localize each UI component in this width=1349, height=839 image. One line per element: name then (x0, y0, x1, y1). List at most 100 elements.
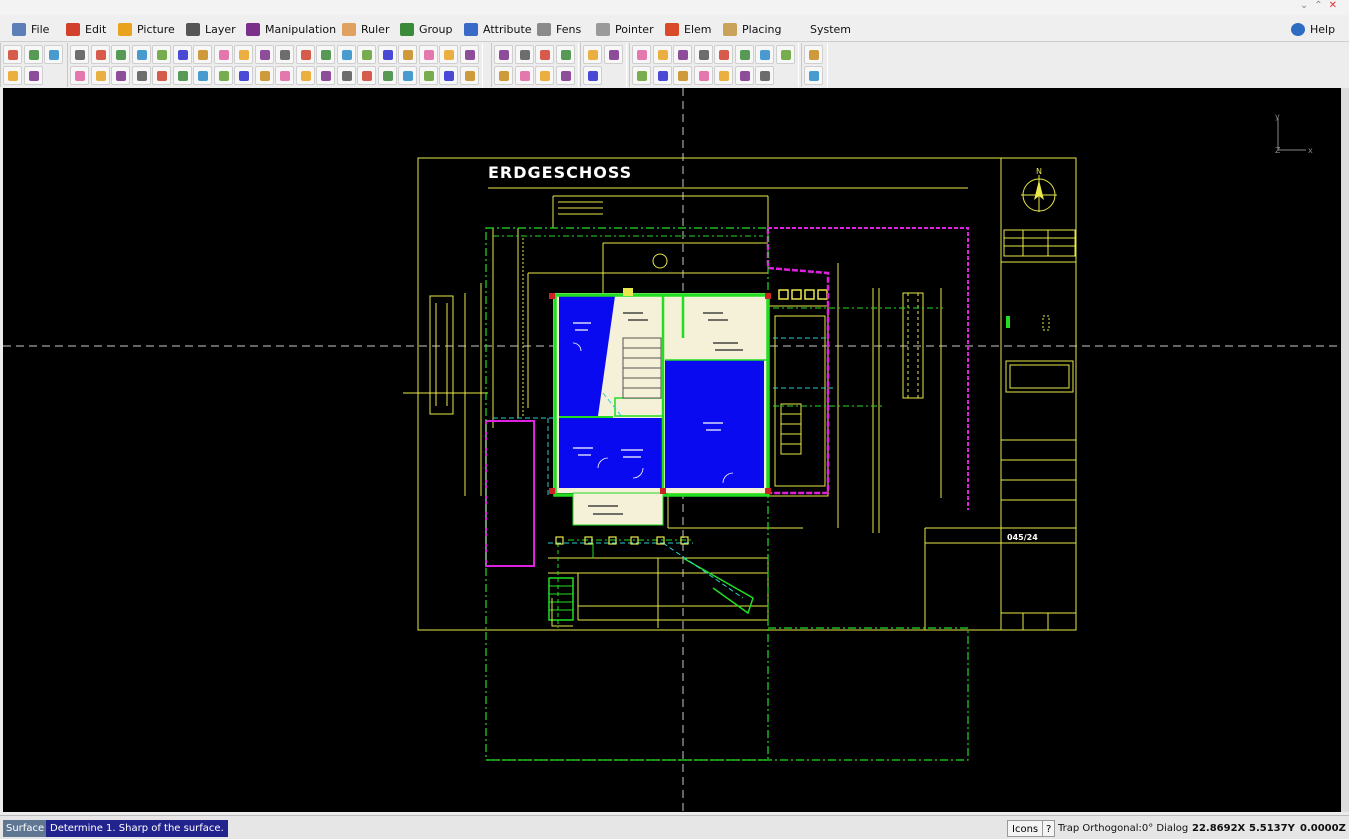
menu-ruler[interactable]: Ruler (342, 20, 389, 38)
tool-button[interactable] (357, 66, 376, 85)
tool-button[interactable] (316, 66, 335, 85)
tool-button[interactable] (693, 66, 713, 85)
tool-button[interactable] (254, 45, 274, 64)
tool-button[interactable] (275, 45, 294, 64)
help-button[interactable]: ? (1042, 820, 1056, 837)
tool-button[interactable] (494, 66, 513, 85)
tool-button[interactable] (583, 45, 602, 64)
tool-button[interactable] (377, 66, 397, 85)
tool-button[interactable] (213, 66, 233, 85)
menu-help[interactable]: Help (1291, 20, 1335, 38)
tool-button[interactable] (90, 66, 110, 85)
menu-label: File (31, 22, 50, 36)
tool-button[interactable] (734, 66, 754, 85)
tool-button[interactable] (377, 45, 397, 64)
tool-button[interactable] (755, 45, 774, 64)
tool-button[interactable] (213, 45, 233, 64)
tool-button[interactable] (535, 45, 554, 64)
menu-manipulation[interactable]: Manipulation (246, 20, 336, 38)
tool-button[interactable] (755, 66, 774, 85)
tool-button[interactable] (23, 45, 43, 64)
tool-button[interactable] (418, 45, 438, 64)
tool-button[interactable] (131, 45, 151, 64)
tool-button[interactable] (275, 66, 294, 85)
tool-button[interactable] (23, 66, 43, 85)
tool-button[interactable] (111, 66, 130, 85)
floor-plan-drawing[interactable]: 045/24 N ERDGESCHOSS y x Z (3, 88, 1341, 812)
menu-layer[interactable]: Layer (186, 20, 236, 38)
tool-button[interactable] (603, 45, 623, 64)
tool-button[interactable] (418, 66, 438, 85)
tool-button[interactable] (316, 45, 335, 64)
tool-button[interactable] (555, 66, 575, 85)
tool-button[interactable] (693, 45, 713, 64)
minimize-icon[interactable]: ⌄ (1300, 0, 1314, 11)
drawing-canvas[interactable]: 045/24 N ERDGESCHOSS y x Z (3, 88, 1341, 812)
tool-button[interactable] (152, 66, 171, 85)
menu-picture[interactable]: Picture (118, 20, 175, 38)
tool-button[interactable] (336, 45, 356, 64)
tool-button[interactable] (295, 45, 315, 64)
tool-button[interactable] (734, 45, 754, 64)
tool-button[interactable] (152, 45, 171, 64)
tool-button[interactable] (234, 45, 253, 64)
menu-edit[interactable]: Edit (66, 20, 106, 38)
tool-button[interactable] (357, 45, 376, 64)
tool-button[interactable] (652, 66, 672, 85)
tool-button[interactable] (172, 45, 192, 64)
close-icon[interactable]: ✕ (1329, 0, 1343, 11)
menu-pointer[interactable]: Pointer (596, 20, 654, 38)
menu-fens[interactable]: Fens (537, 20, 581, 38)
vertical-scrollbar[interactable] (1341, 88, 1349, 812)
tool-button[interactable] (70, 45, 89, 64)
menu-file[interactable]: File (12, 20, 49, 38)
menu-elem[interactable]: Elem (665, 20, 712, 38)
window-controls: ⌄⌃✕ (1300, 0, 1343, 11)
tool-button[interactable] (535, 66, 554, 85)
tool-button[interactable] (193, 45, 212, 64)
tool-button[interactable] (459, 45, 479, 64)
maximize-icon[interactable]: ⌃ (1314, 0, 1328, 11)
tool-button[interactable] (583, 66, 602, 85)
tool-icon (8, 50, 18, 60)
tool-button[interactable] (632, 66, 651, 85)
tool-button[interactable] (111, 45, 130, 64)
tool-button[interactable] (44, 45, 63, 64)
tool-button[interactable] (514, 45, 534, 64)
tool-button[interactable] (90, 45, 110, 64)
tool-button[interactable] (295, 66, 315, 85)
tool-button[interactable] (398, 66, 417, 85)
tool-button[interactable] (336, 66, 356, 85)
tool-button[interactable] (775, 45, 795, 64)
tool-button[interactable] (439, 45, 458, 64)
tool-button[interactable] (804, 66, 823, 85)
tool-button[interactable] (193, 66, 212, 85)
icons-button[interactable]: Icons (1007, 820, 1044, 837)
tool-button[interactable] (804, 45, 823, 64)
tool-button[interactable] (673, 66, 692, 85)
tool-button[interactable] (172, 66, 192, 85)
tool-button[interactable] (131, 66, 151, 85)
menu-group[interactable]: Group (400, 20, 453, 38)
tool-button[interactable] (652, 45, 672, 64)
tool-button[interactable] (398, 45, 417, 64)
tool-button[interactable] (234, 66, 253, 85)
tool-button[interactable] (714, 66, 733, 85)
tool-button[interactable] (70, 66, 89, 85)
tool-button[interactable] (514, 66, 534, 85)
tool-button[interactable] (494, 45, 513, 64)
tool-button[interactable] (3, 45, 22, 64)
menu-placing[interactable]: Placing (723, 20, 782, 38)
tool-button[interactable] (254, 66, 274, 85)
menu-attribute[interactable]: Attribute (464, 20, 532, 38)
tool-button[interactable] (673, 45, 692, 64)
trap-setting[interactable]: Trap Orthogonal:0° Dialog (1058, 820, 1188, 837)
tool-button[interactable] (714, 45, 733, 64)
tool-button[interactable] (439, 66, 458, 85)
tool-button[interactable] (3, 66, 22, 85)
tool-button[interactable] (555, 45, 575, 64)
tool-icon (739, 50, 750, 60)
tool-button[interactable] (459, 66, 479, 85)
tool-button[interactable] (632, 45, 651, 64)
menu-system[interactable]: System (810, 20, 851, 38)
